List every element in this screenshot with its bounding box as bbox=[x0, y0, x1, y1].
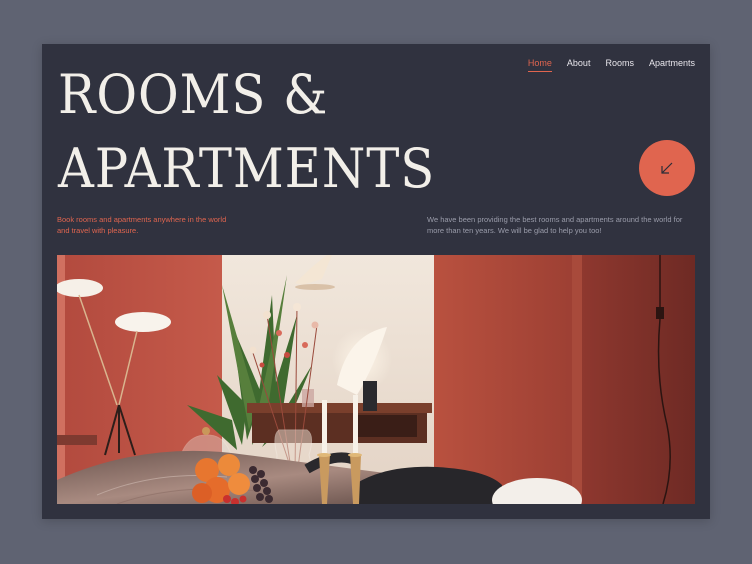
nav-item-rooms[interactable]: Rooms bbox=[605, 58, 634, 72]
nav-item-apartments[interactable]: Apartments bbox=[649, 58, 695, 72]
hero-title: ROOMS & APARTMENTS bbox=[58, 63, 436, 200]
about-text: We have been providing the best rooms an… bbox=[427, 215, 683, 235]
interior-illustration bbox=[57, 255, 695, 504]
hero-image-interior bbox=[57, 255, 695, 504]
nav-item-home[interactable]: Home bbox=[527, 58, 552, 72]
tagline: Book rooms and apartments anywhere in th… bbox=[57, 215, 227, 235]
arrow-down-left-icon bbox=[661, 162, 673, 174]
main-nav: Home About Rooms Apartments bbox=[527, 58, 695, 72]
scroll-down-button[interactable] bbox=[639, 140, 695, 196]
nav-item-about[interactable]: About bbox=[567, 58, 591, 72]
landing-page: ROOMS & APARTMENTS Home About Rooms Apar… bbox=[42, 44, 710, 519]
